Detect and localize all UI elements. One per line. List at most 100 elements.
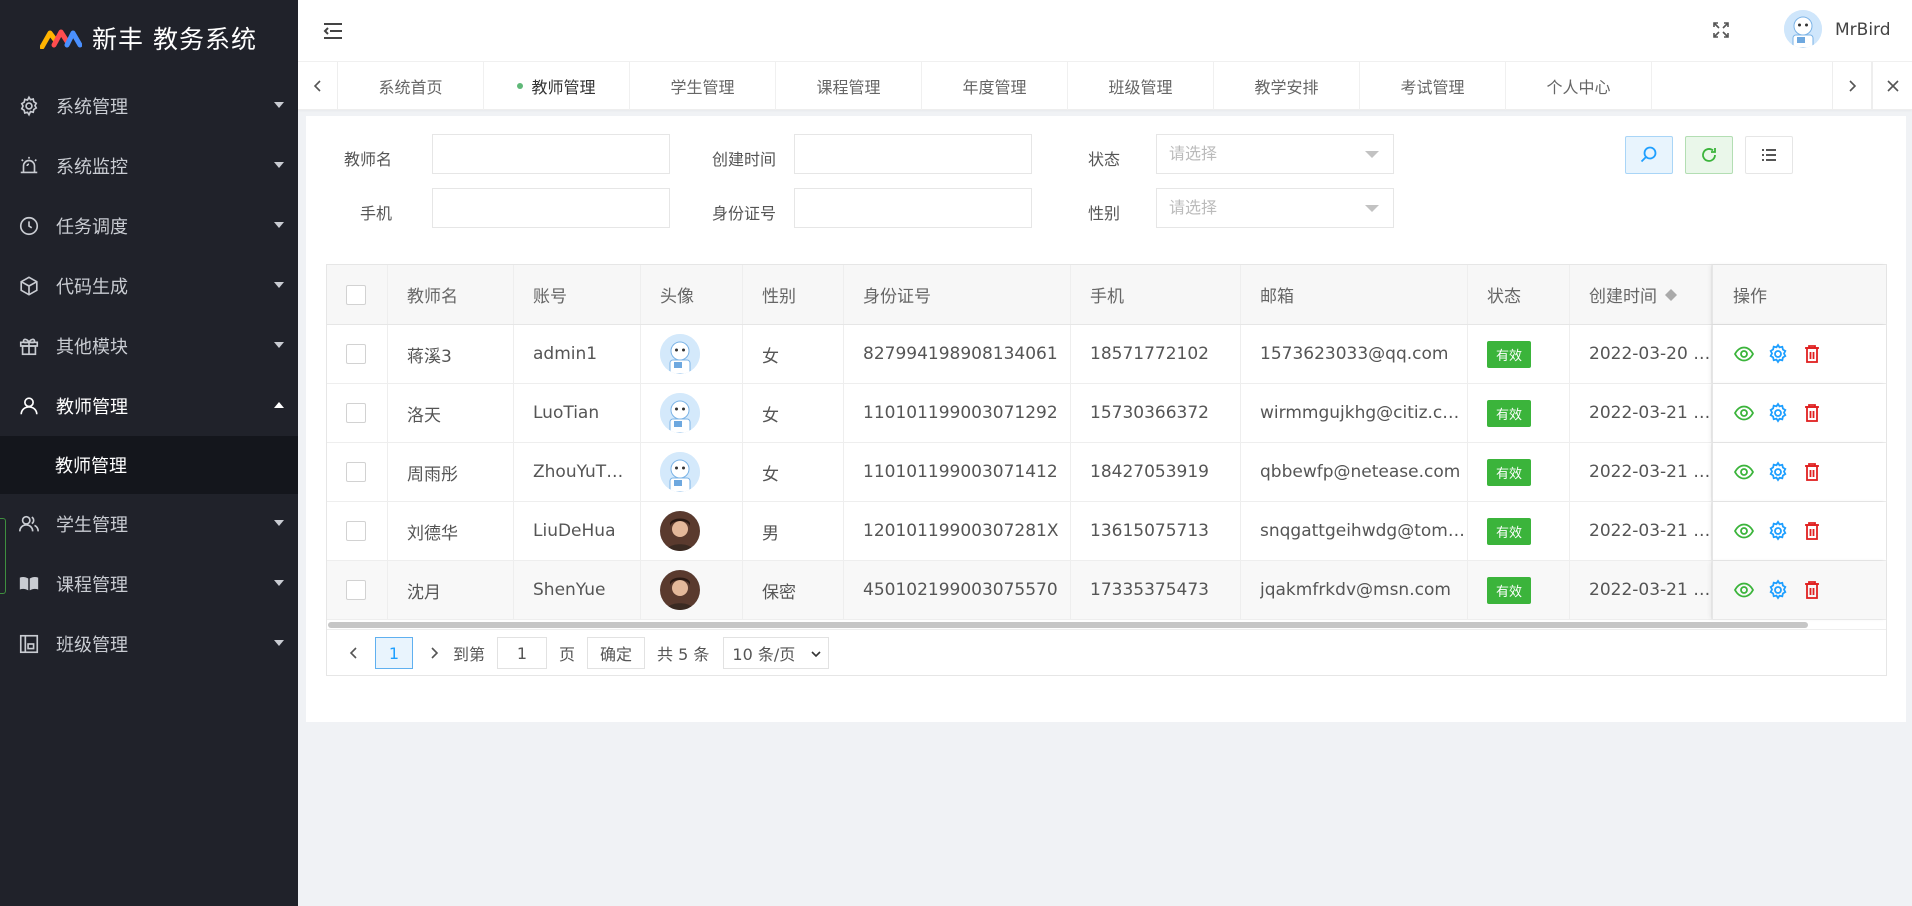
tab-year-management[interactable]: 年度管理	[922, 62, 1068, 110]
sidebar-item-schedule[interactable]: 任务调度	[0, 196, 298, 256]
settings-icon[interactable]	[1767, 520, 1789, 542]
settings-icon[interactable]	[1767, 343, 1789, 365]
cell-email: 1573623033@qq.com	[1241, 325, 1468, 383]
cell-text: qbbewfp@netease.com	[1260, 462, 1461, 482]
prev-page-button[interactable]	[341, 638, 367, 668]
cell-phone: 18427053919	[1071, 443, 1241, 501]
cell-phone: 18571772102	[1071, 325, 1241, 383]
user-name[interactable]: MrBird	[1835, 20, 1891, 40]
cell-text: 2022-03-21 16:3	[1589, 580, 1711, 600]
column-header-sortable[interactable]: 创建时间	[1570, 265, 1712, 324]
tab-close-button[interactable]	[1872, 62, 1912, 110]
sidebar-item-student[interactable]: 学生管理	[0, 494, 298, 554]
view-icon[interactable]	[1733, 461, 1755, 483]
row-checkbox[interactable]	[346, 580, 366, 600]
menu-collapse-icon[interactable]	[322, 20, 344, 42]
tab-teaching-schedule[interactable]: 教学安排	[1214, 62, 1360, 110]
search-button[interactable]	[1625, 136, 1673, 174]
chevron-left-icon	[313, 80, 321, 92]
page-number-current[interactable]: 1	[375, 637, 413, 669]
sidebar-item-teacher[interactable]: 教师管理	[0, 376, 298, 436]
view-icon[interactable]	[1733, 520, 1755, 542]
teacher-name-input[interactable]	[432, 134, 670, 174]
created-time-input[interactable]	[794, 134, 1032, 174]
goto-page-input[interactable]: 1	[497, 637, 548, 669]
page-size-select[interactable]: 10 条/页	[723, 637, 830, 669]
tab-course-management[interactable]: 课程管理	[776, 62, 922, 110]
cell-account: LiuDeHua	[514, 502, 641, 560]
row-actions	[1712, 443, 1886, 501]
brand: 新丰 教务系统	[0, 0, 298, 76]
chevron-left-icon	[349, 647, 357, 659]
cell-text: 110101199003071412	[863, 462, 1058, 482]
sidebar-item-class[interactable]: 班级管理	[0, 614, 298, 674]
reset-button[interactable]	[1685, 136, 1733, 174]
delete-icon[interactable]	[1801, 461, 1823, 483]
sidebar-item-label: 系统管理	[56, 97, 128, 118]
avatar	[660, 334, 700, 374]
submenu-item-teacher-management[interactable]: 教师管理	[0, 436, 298, 494]
status-select[interactable]: 请选择	[1156, 134, 1394, 174]
row-checkbox-cell	[327, 443, 388, 501]
next-page-button[interactable]	[421, 638, 447, 668]
delete-icon[interactable]	[1801, 343, 1823, 365]
sort-icon[interactable]	[1665, 288, 1677, 301]
sidebar-item-course[interactable]: 课程管理	[0, 554, 298, 614]
cell-email: snqgattgeihwdg@tom…	[1241, 502, 1468, 560]
delete-icon[interactable]	[1801, 520, 1823, 542]
row-checkbox[interactable]	[346, 403, 366, 423]
row-checkbox[interactable]	[346, 521, 366, 541]
tab-exam-management[interactable]: 考试管理	[1360, 62, 1506, 110]
row-actions	[1712, 325, 1886, 383]
tab-scroll-right-button[interactable]	[1832, 62, 1872, 110]
cell-gender: 女	[743, 443, 844, 501]
avatar	[660, 393, 700, 433]
cell-account: ShenYue	[514, 561, 641, 619]
tab-student-management[interactable]: 学生管理	[630, 62, 776, 110]
table-row[interactable]: 洛天 LuoTian 女 110101199003071292 15730366372 w…	[327, 384, 1886, 443]
fullscreen-icon[interactable]	[1712, 21, 1730, 39]
book-icon	[18, 573, 40, 595]
horizontal-scrollbar[interactable]	[328, 622, 1808, 628]
sidebar-item-codegen[interactable]: 代码生成	[0, 256, 298, 316]
tab-home[interactable]: 系统首页	[338, 62, 484, 110]
more-options-button[interactable]	[1745, 136, 1793, 174]
goto-confirm-button[interactable]: 确定	[587, 637, 646, 669]
settings-icon[interactable]	[1767, 579, 1789, 601]
table-row[interactable]: 蒋溪3 admin1 女 827994198908134061 18571772102 1…	[327, 325, 1886, 384]
sidebar-item-system[interactable]: 系统管理	[0, 76, 298, 136]
row-checkbox[interactable]	[346, 344, 366, 364]
view-icon[interactable]	[1733, 402, 1755, 424]
tab-label: 教学安排	[1254, 78, 1319, 97]
chevron-down-icon	[274, 580, 284, 586]
delete-icon[interactable]	[1801, 579, 1823, 601]
view-icon[interactable]	[1733, 343, 1755, 365]
total-count: 共 5 条	[657, 645, 710, 664]
settings-icon[interactable]	[1767, 461, 1789, 483]
settings-icon[interactable]	[1767, 402, 1789, 424]
row-checkbox[interactable]	[346, 462, 366, 482]
delete-icon[interactable]	[1801, 402, 1823, 424]
sidebar-item-other[interactable]: 其他模块	[0, 316, 298, 376]
cell-gender: 保密	[743, 561, 844, 619]
filter-label-gender: 性别	[1088, 204, 1121, 223]
tab-personal-center[interactable]: 个人中心	[1506, 62, 1652, 110]
table-row[interactable]: 沈月 ShenYue 保密 450102199003075570 17335375473…	[327, 561, 1886, 620]
status-cell: 有效	[1468, 443, 1570, 501]
user-avatar[interactable]	[1784, 10, 1822, 48]
table-row[interactable]: 刘德华 LiuDeHua 男 12010119900307281X 1361507571…	[327, 502, 1886, 561]
pagination: 1 到第 1 页 确定 共 5 条 10 条/页	[327, 629, 1886, 676]
sidebar-item-monitor[interactable]: 系统监控	[0, 136, 298, 196]
phone-input[interactable]	[432, 188, 670, 228]
select-all-checkbox[interactable]	[346, 284, 366, 305]
avatar-cell	[641, 384, 743, 442]
cell-created: 2022-03-21 13:2	[1570, 384, 1712, 442]
table-row[interactable]: 周雨彤 ZhouYuT… 女 110101199003071412 1842705391…	[327, 443, 1886, 502]
view-icon[interactable]	[1733, 579, 1755, 601]
id-card-input[interactable]	[794, 188, 1032, 228]
tab-class-management[interactable]: 班级管理	[1068, 62, 1214, 110]
tab-teacher-management[interactable]: 教师管理	[484, 62, 630, 110]
gender-select[interactable]: 请选择	[1156, 188, 1394, 228]
tab-scroll-left-button[interactable]	[298, 62, 338, 110]
row-actions	[1712, 561, 1886, 619]
